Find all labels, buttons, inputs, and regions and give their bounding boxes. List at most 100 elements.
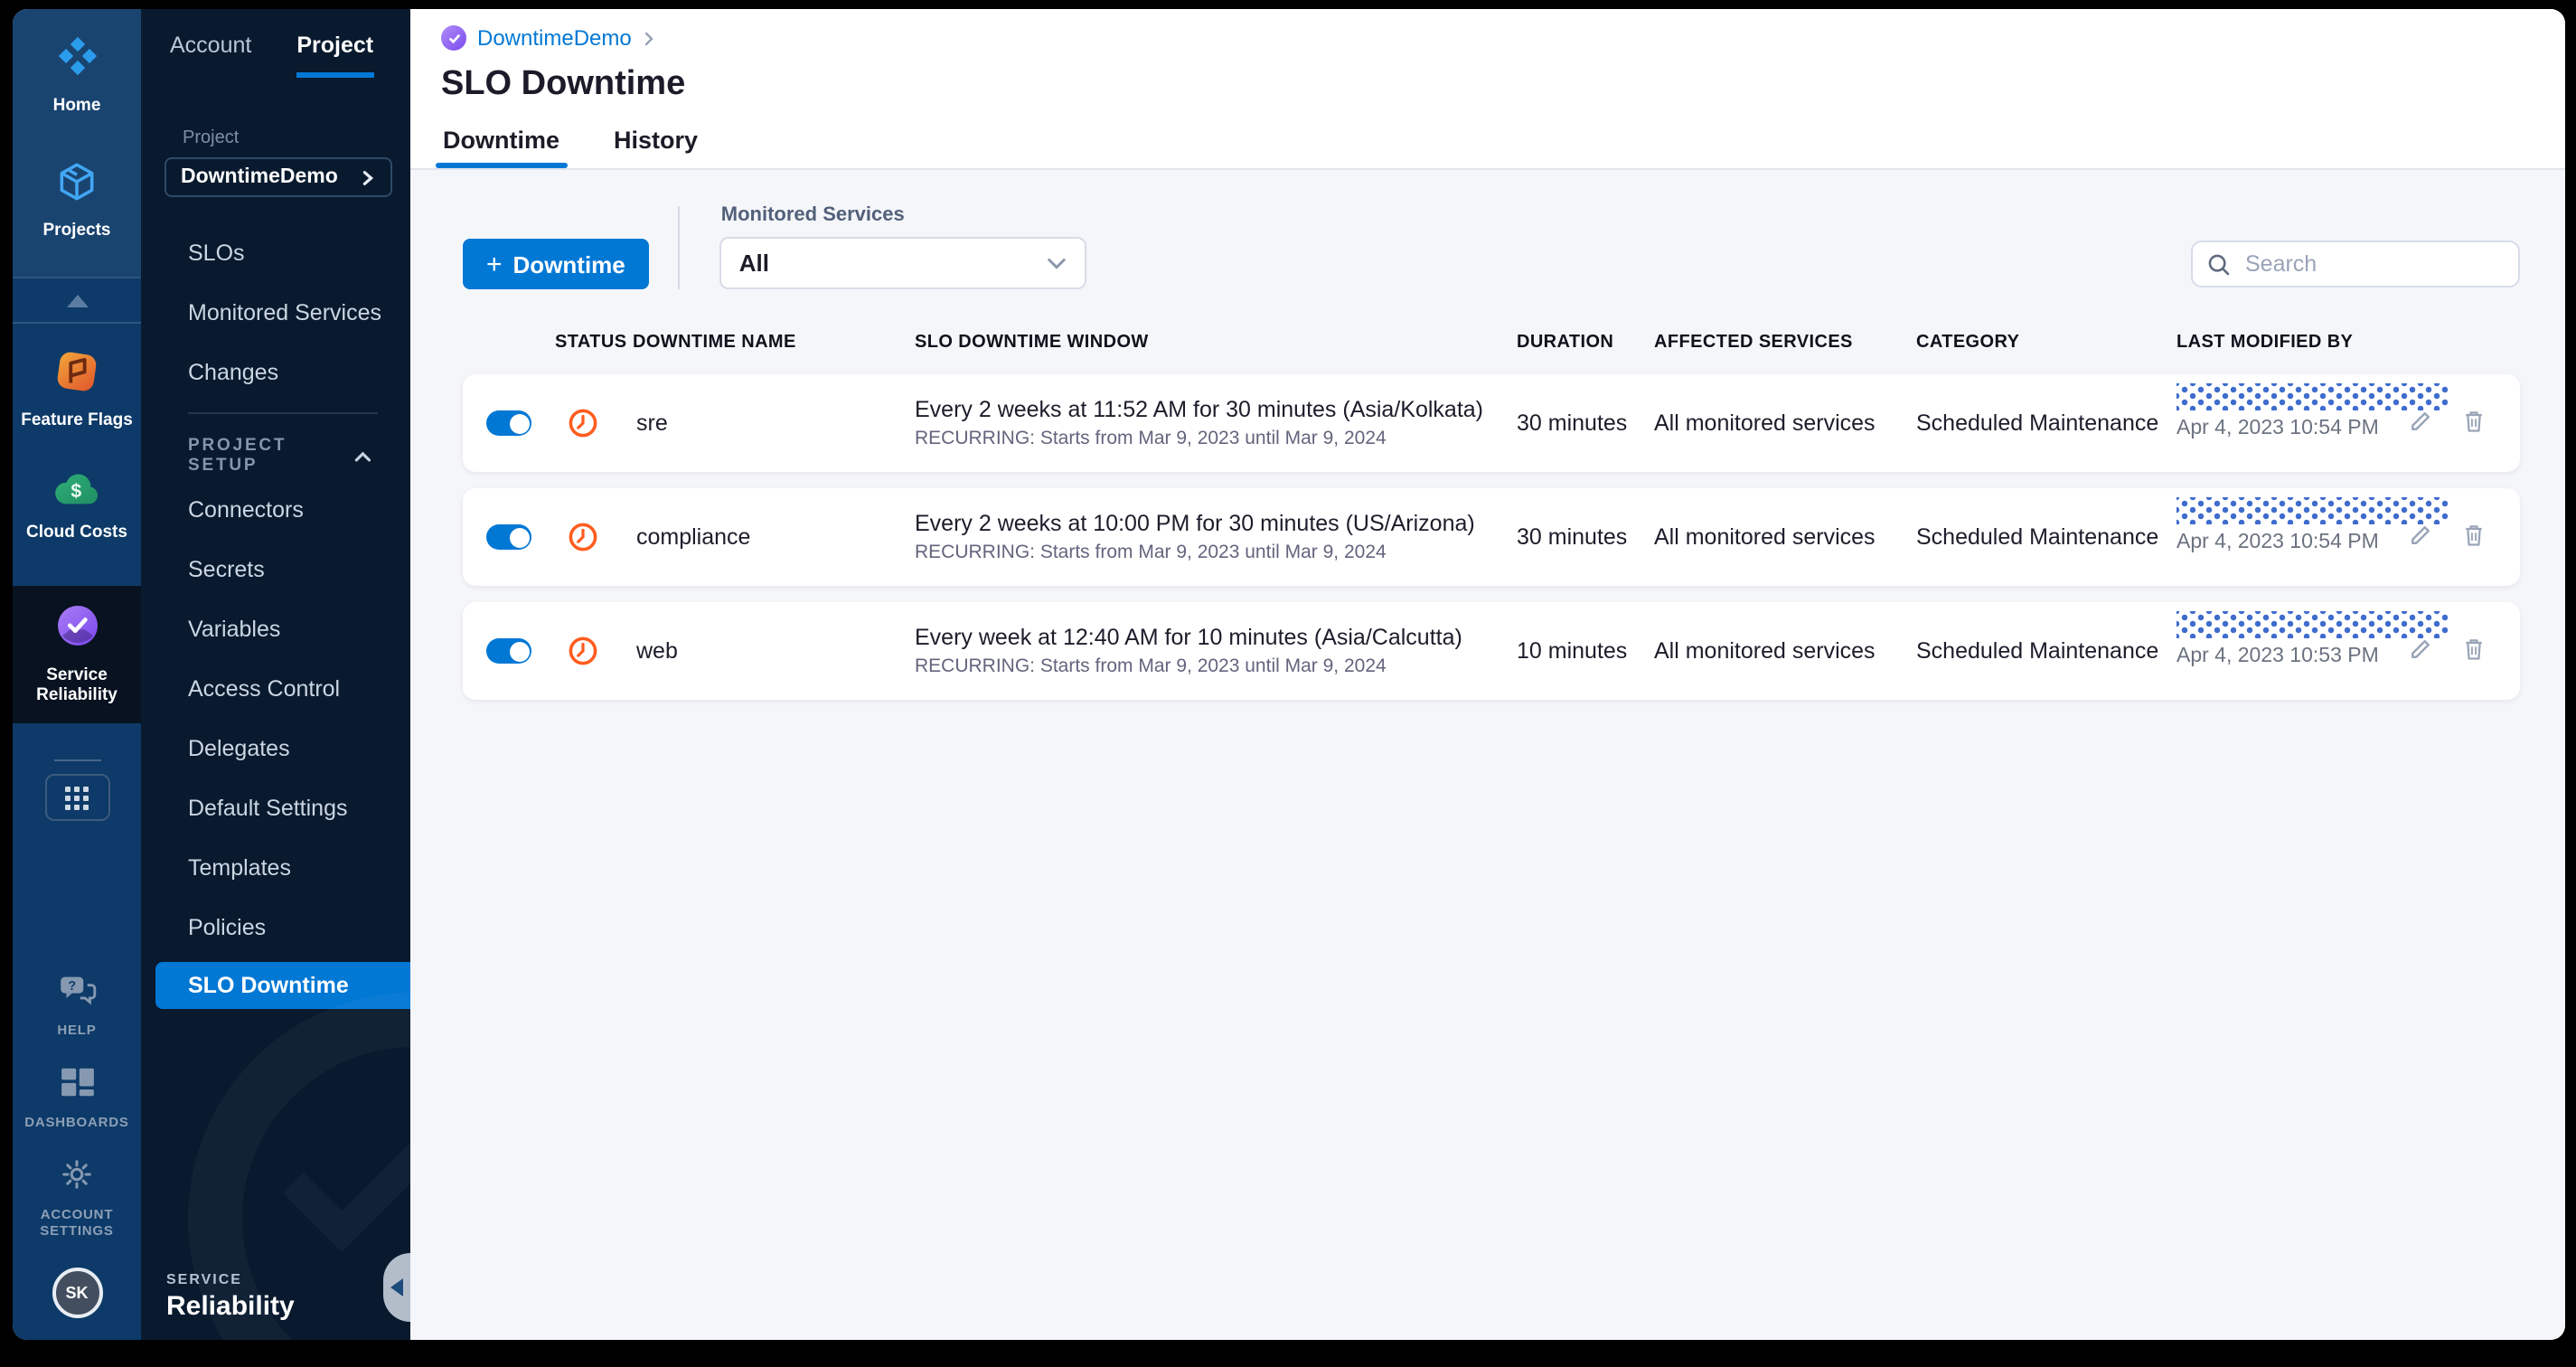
- scope-tabs: Account Project: [141, 9, 410, 78]
- duration: 30 minutes: [1517, 410, 1628, 436]
- chevron-up-icon: [66, 294, 88, 306]
- column-duration: DURATION: [1517, 333, 1614, 353]
- column-status: STATUS: [555, 333, 627, 353]
- downtime-name: compliance: [636, 524, 751, 550]
- rail-item-label: ACCOUNT SETTINGS: [40, 1206, 114, 1239]
- projects-icon: [54, 159, 99, 213]
- rail-item-service-reliability-active[interactable]: Service Reliability: [13, 586, 141, 723]
- search-input[interactable]: [2242, 250, 2504, 278]
- recurring-clock-icon: [568, 408, 598, 438]
- select-value: All: [738, 250, 770, 277]
- chevron-up-icon: [353, 450, 371, 461]
- module-grid-button[interactable]: [44, 774, 109, 821]
- downtime-window: Every 2 weeks at 10:00 PM for 30 minutes…: [915, 511, 1475, 563]
- chevron-down-icon: [1048, 257, 1066, 269]
- edit-icon[interactable]: [2408, 409, 2433, 443]
- module-rail: Home Projects Feature Flags $ Cloud Cost…: [13, 9, 141, 1340]
- new-downtime-label: Downtime: [512, 250, 625, 278]
- rail-item-service-reliability[interactable]: Service Reliability: [13, 602, 141, 705]
- user-avatar[interactable]: SK: [52, 1268, 102, 1318]
- project-selector[interactable]: DowntimeDemo: [165, 157, 392, 197]
- main-area: DowntimeDemo SLO Downtime Downtime Histo…: [410, 9, 2565, 1340]
- page-header: DowntimeDemo SLO Downtime Downtime Histo…: [410, 9, 2565, 170]
- sidebar-item-connectors[interactable]: Connectors: [141, 479, 410, 539]
- module-title: Reliability: [166, 1291, 295, 1322]
- status-toggle[interactable]: [486, 524, 531, 550]
- monitored-services-filter: Monitored Services All: [719, 204, 1086, 289]
- breadcrumb-project-link[interactable]: DowntimeDemo: [477, 25, 632, 51]
- delete-icon[interactable]: [2462, 636, 2486, 671]
- project-setup-label: PROJECT SETUP: [188, 436, 287, 476]
- dashboards-icon: [59, 1067, 95, 1107]
- window-schedule: Every 2 weeks at 11:52 AM for 30 minutes…: [915, 397, 1483, 422]
- rail-scroll-up[interactable]: [13, 277, 141, 324]
- affected-services: All monitored services: [1654, 524, 1876, 550]
- sidebar-item-default-settings[interactable]: Default Settings: [141, 778, 410, 837]
- rail-item-projects[interactable]: Projects: [13, 159, 141, 240]
- recurring-clock-icon: [568, 522, 598, 552]
- collapse-left-icon: [390, 1278, 403, 1296]
- edit-icon[interactable]: [2408, 636, 2433, 671]
- window-schedule: Every 2 weeks at 10:00 PM for 30 minutes…: [915, 511, 1475, 536]
- table-row: compliance Every 2 weeks at 10:00 PM for…: [463, 488, 2520, 586]
- status-toggle[interactable]: [486, 638, 531, 664]
- affected-services: All monitored services: [1654, 638, 1876, 664]
- delete-icon[interactable]: [2462, 523, 2486, 557]
- last-modified-time: Apr 4, 2023 10:53 PM: [2176, 646, 2379, 667]
- sidebar-item-variables[interactable]: Variables: [141, 599, 410, 658]
- page-title: SLO Downtime: [441, 65, 686, 103]
- home-icon: [53, 33, 100, 89]
- rail-item-feature-flags[interactable]: Feature Flags: [13, 349, 141, 430]
- tab-project[interactable]: Project: [296, 33, 374, 78]
- help-chat-icon: ?: [57, 975, 97, 1014]
- redacted-user-name: [2176, 611, 2448, 638]
- chevron-right-icon: [645, 31, 654, 45]
- edit-icon[interactable]: [2408, 523, 2433, 557]
- toolbar: + Downtime Monitored Services All: [463, 203, 2520, 289]
- tab-downtime[interactable]: Downtime: [436, 127, 567, 168]
- project-setup-header[interactable]: PROJECT SETUP: [141, 425, 410, 479]
- sidebar-item-slos[interactable]: SLOs: [141, 222, 410, 282]
- rail-item-cloud-costs[interactable]: $ Cloud Costs: [13, 470, 141, 542]
- downtime-window: Every 2 weeks at 11:52 AM for 30 minutes…: [915, 397, 1483, 449]
- rail-item-label: Cloud Costs: [26, 523, 127, 542]
- sidebar-item-templates[interactable]: Templates: [141, 837, 410, 897]
- last-modified: Apr 4, 2023 10:53 PM: [2176, 611, 2448, 667]
- breadcrumb: DowntimeDemo: [441, 25, 2565, 51]
- column-window: SLO DOWNTIME WINDOW: [915, 333, 1149, 353]
- filter-label: Monitored Services: [720, 204, 905, 226]
- sidebar-item-access-control[interactable]: Access Control: [141, 658, 410, 718]
- tab-account[interactable]: Account: [170, 33, 251, 78]
- rail-bottom-group: ? HELP DASHBOARDS ACCOUNT SETTINGS SK: [13, 975, 141, 1340]
- sidebar-item-delegates[interactable]: Delegates: [141, 718, 410, 778]
- delete-icon[interactable]: [2462, 409, 2486, 443]
- rail-item-home[interactable]: Home: [13, 33, 141, 116]
- recurring-clock-icon: [568, 636, 598, 666]
- page-tabs: Downtime History: [436, 127, 2565, 168]
- new-downtime-button[interactable]: + Downtime: [463, 239, 649, 289]
- last-modified-time: Apr 4, 2023 10:54 PM: [2176, 532, 2379, 553]
- status-toggle[interactable]: [486, 410, 531, 436]
- svg-text:$: $: [71, 481, 81, 502]
- monitored-services-select[interactable]: All: [719, 237, 1086, 289]
- toolbar-divider: [677, 206, 680, 289]
- tab-history[interactable]: History: [614, 127, 698, 168]
- rail-item-label: Projects: [42, 221, 111, 240]
- category: Scheduled Maintenance: [1916, 524, 2159, 550]
- rail-item-account-settings[interactable]: ACCOUNT SETTINGS: [13, 1159, 141, 1239]
- rail-item-label: DASHBOARDS: [24, 1114, 129, 1130]
- sidebar-item-changes[interactable]: Changes: [141, 342, 410, 401]
- rail-item-help[interactable]: ? HELP: [13, 975, 141, 1038]
- column-last-modified: LAST MODIFIED BY: [2176, 333, 2354, 353]
- sidebar-item-secrets[interactable]: Secrets: [141, 539, 410, 599]
- rail-top-group: Home Projects: [13, 9, 141, 277]
- search-box: [2191, 240, 2520, 288]
- redacted-user-name: [2176, 497, 2448, 524]
- duration: 30 minutes: [1517, 524, 1628, 550]
- rail-item-dashboards[interactable]: DASHBOARDS: [13, 1067, 141, 1130]
- sidebar-item-policies[interactable]: Policies: [141, 897, 410, 957]
- downtime-content: + Downtime Monitored Services All Search…: [410, 170, 2565, 1340]
- window-recurrence: RECURRING: Starts from Mar 9, 2023 until…: [915, 655, 1387, 677]
- duration: 10 minutes: [1517, 638, 1628, 664]
- sidebar-item-monitored-services[interactable]: Monitored Services: [141, 282, 410, 342]
